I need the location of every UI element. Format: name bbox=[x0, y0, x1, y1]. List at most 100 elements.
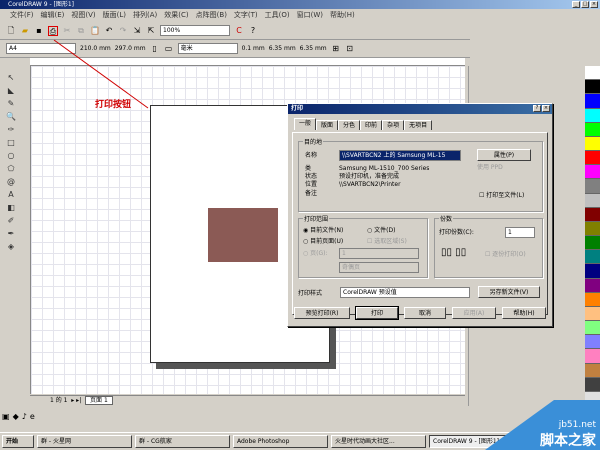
paper-size-select[interactable]: A4 bbox=[6, 43, 76, 54]
paste-icon[interactable]: 📋 bbox=[90, 26, 100, 36]
print-icon[interactable]: ⎙ bbox=[48, 25, 58, 36]
tab-no-issues[interactable]: 无项目 bbox=[404, 120, 433, 130]
documents-radio[interactable]: ○ 文件(D) bbox=[367, 227, 395, 234]
rectangle-tool-icon[interactable]: □ bbox=[6, 138, 16, 148]
menu-view[interactable]: 视图(V) bbox=[71, 10, 95, 21]
undo-icon[interactable]: ↶ bbox=[104, 26, 114, 36]
text-tool-icon[interactable]: A bbox=[6, 190, 16, 200]
spiral-tool-icon[interactable]: @ bbox=[6, 177, 16, 187]
color-swatch[interactable] bbox=[585, 108, 600, 123]
menu-window[interactable]: 窗口(W) bbox=[297, 10, 323, 21]
menu-help[interactable]: 帮助(H) bbox=[330, 10, 355, 21]
menu-bitmaps[interactable]: 点阵图(B) bbox=[196, 10, 227, 21]
freehand-tool-icon[interactable]: ✑ bbox=[6, 125, 16, 135]
color-swatch[interactable] bbox=[585, 207, 600, 222]
color-swatch[interactable] bbox=[585, 66, 600, 81]
color-swatch[interactable] bbox=[585, 278, 600, 293]
minimize-button[interactable]: _ bbox=[572, 1, 580, 8]
portrait-icon[interactable]: ▯ bbox=[150, 44, 160, 54]
color-swatch[interactable] bbox=[585, 151, 600, 166]
print-to-file-checkbox[interactable]: ☐ 打印至文件(L) bbox=[479, 192, 524, 199]
color-swatch[interactable] bbox=[585, 250, 600, 265]
fill-tool-icon[interactable]: ◈ bbox=[6, 242, 16, 252]
quick-launch-icon[interactable]: ◆ bbox=[13, 412, 19, 421]
color-swatch[interactable] bbox=[585, 179, 600, 194]
color-swatch[interactable] bbox=[585, 321, 600, 336]
landscape-icon[interactable]: ▭ bbox=[164, 44, 174, 54]
even-odd-select[interactable]: 奇偶页 bbox=[339, 262, 419, 273]
color-swatch[interactable] bbox=[585, 377, 600, 392]
export-icon[interactable]: ⇱ bbox=[146, 26, 156, 36]
menu-tools[interactable]: 工具(O) bbox=[265, 10, 290, 21]
menu-layout[interactable]: 版面(L) bbox=[103, 10, 126, 21]
ellipse-tool-icon[interactable]: ○ bbox=[6, 151, 16, 161]
taskbar-item[interactable]: 群 - 火星网 bbox=[37, 435, 132, 448]
menu-arrange[interactable]: 排列(A) bbox=[133, 10, 157, 21]
current-document-radio[interactable]: ◉ 目前文件(N) bbox=[303, 227, 343, 234]
cancel-button[interactable]: 取消 bbox=[404, 307, 446, 319]
help-button[interactable]: 帮助(H) bbox=[502, 307, 546, 319]
color-swatch[interactable] bbox=[585, 80, 600, 95]
color-swatch[interactable] bbox=[585, 292, 600, 307]
menu-text[interactable]: 文字(T) bbox=[234, 10, 258, 21]
grid-icon[interactable]: ⊞ bbox=[331, 44, 341, 54]
color-swatch[interactable] bbox=[585, 136, 600, 152]
zoom-tool-icon[interactable]: 🔍 bbox=[6, 112, 16, 122]
tab-prepress[interactable]: 印前 bbox=[360, 120, 383, 130]
print-button[interactable]: 打印 bbox=[355, 306, 399, 320]
color-swatch[interactable] bbox=[585, 193, 600, 208]
taskbar-item[interactable]: Adobe Photoshop bbox=[233, 435, 328, 448]
color-swatch[interactable] bbox=[585, 236, 600, 251]
close-button[interactable]: × bbox=[590, 1, 598, 8]
color-swatch[interactable] bbox=[585, 221, 600, 237]
color-swatch[interactable] bbox=[585, 165, 600, 180]
use-ppd-checkbox[interactable]: 使用 PPD bbox=[477, 164, 503, 171]
properties-button[interactable]: 属性(P) bbox=[477, 149, 531, 161]
printer-name-select[interactable]: \\SVARTBCN2 上的 Samsung ML-15 bbox=[339, 150, 461, 161]
duplicate-x[interactable]: 6.35 mm bbox=[269, 45, 296, 52]
save-icon[interactable]: ▪ bbox=[34, 26, 44, 36]
duplicate-y[interactable]: 6.35 mm bbox=[300, 45, 327, 52]
copy-icon[interactable]: ⧉ bbox=[76, 26, 86, 36]
start-button[interactable]: 开始 bbox=[2, 435, 34, 448]
tab-general[interactable]: 一般 bbox=[294, 118, 317, 130]
color-swatch[interactable] bbox=[585, 335, 600, 350]
new-icon[interactable]: 🗋 bbox=[6, 26, 16, 36]
zoom-select[interactable]: 100% bbox=[160, 25, 230, 36]
tab-misc[interactable]: 杂项 bbox=[382, 120, 405, 130]
polygon-tool-icon[interactable]: ⬠ bbox=[6, 164, 16, 174]
whats-this-icon[interactable]: ? bbox=[248, 26, 258, 36]
apply-button[interactable]: 应用(A) bbox=[452, 307, 496, 319]
quick-launch-icon[interactable]: ♪ bbox=[22, 412, 27, 421]
copies-spinner[interactable]: 1 bbox=[505, 227, 535, 238]
color-swatch[interactable] bbox=[585, 264, 600, 279]
save-as-button[interactable]: 另存新文件(V) bbox=[478, 286, 540, 298]
page-height[interactable]: 297.0 mm bbox=[115, 45, 146, 52]
color-swatch[interactable] bbox=[585, 363, 600, 378]
pages-radio[interactable]: ○ 页(G): bbox=[303, 250, 328, 257]
corel-icon[interactable]: C bbox=[234, 26, 244, 36]
color-swatch[interactable] bbox=[585, 306, 600, 322]
shape-tool-icon[interactable]: ◣ bbox=[6, 86, 16, 96]
units-select[interactable]: 毫米 bbox=[177, 43, 238, 54]
maximize-button[interactable]: □ bbox=[581, 1, 589, 8]
menu-file[interactable]: 文件(F) bbox=[10, 10, 34, 21]
quick-launch-icon[interactable]: ▣ bbox=[2, 412, 10, 421]
pages-input[interactable]: 1 bbox=[339, 248, 419, 259]
dialog-close-button[interactable]: × bbox=[542, 105, 550, 112]
color-swatch[interactable] bbox=[585, 349, 600, 364]
tab-layout[interactable]: 版面 bbox=[316, 120, 339, 130]
print-preview-button[interactable]: 预览打印(R) bbox=[294, 307, 350, 319]
knife-tool-icon[interactable]: ✎ bbox=[6, 99, 16, 109]
menu-edit[interactable]: 编辑(E) bbox=[41, 10, 65, 21]
pick-tool-icon[interactable]: ↖ bbox=[6, 73, 16, 83]
current-page-radio[interactable]: ○ 目前页面(U) bbox=[303, 238, 343, 245]
import-icon[interactable]: ⇲ bbox=[132, 26, 142, 36]
interactive-tool-icon[interactable]: ◧ bbox=[6, 203, 16, 213]
color-swatch[interactable] bbox=[585, 122, 600, 137]
rectangle-shape[interactable] bbox=[208, 208, 278, 262]
tab-separations[interactable]: 分色 bbox=[338, 120, 361, 130]
color-swatch[interactable] bbox=[585, 94, 600, 109]
cut-icon[interactable]: ✂ bbox=[62, 26, 72, 36]
taskbar-item[interactable]: 火星时代动画大社区... bbox=[331, 435, 426, 448]
